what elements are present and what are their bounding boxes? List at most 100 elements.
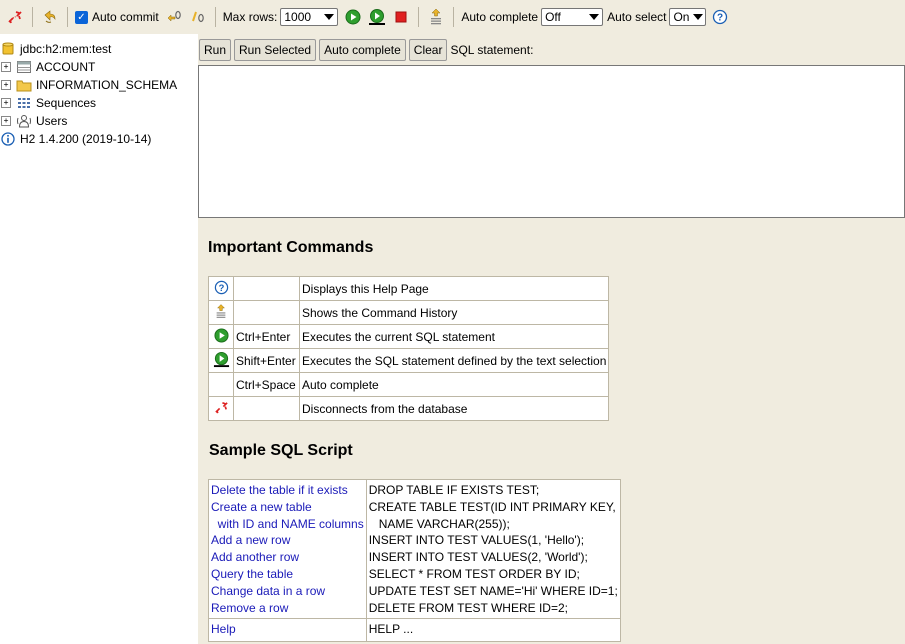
tree-item-label: INFORMATION_SCHEMA xyxy=(36,78,178,92)
shortcut-cell xyxy=(233,396,300,421)
max-rows-select[interactable]: 1000 xyxy=(280,8,339,26)
commit-icon[interactable] xyxy=(164,7,184,27)
table-row: ? Displays this Help Page xyxy=(208,276,610,301)
toolbar: ✓ Auto commit Max rows: 1000 Auto comple… xyxy=(0,0,905,34)
description-cell: Shows the Command History xyxy=(298,300,610,325)
refresh-icon[interactable] xyxy=(40,7,60,27)
connection-url: jdbc:h2:mem:test xyxy=(20,42,112,56)
database-icon xyxy=(0,42,16,56)
sample-link[interactable]: Query the table xyxy=(211,566,364,583)
sql-line: INSERT INTO TEST VALUES(2, 'World'); xyxy=(368,550,588,565)
sql-line: UPDATE TEST SET NAME='Hi' WHERE ID=1; xyxy=(368,583,618,598)
tree-item-users[interactable]: + Users xyxy=(0,112,196,130)
auto-complete-button[interactable]: Auto complete xyxy=(319,38,406,61)
sample-link[interactable]: Delete the table if it exists xyxy=(211,482,364,499)
tree-version: H2 1.4.200 (2019-10-14) xyxy=(0,130,196,148)
table-row: Disconnects from the database xyxy=(208,396,610,421)
chevron-down-icon xyxy=(324,14,335,20)
svg-text:?: ? xyxy=(218,282,224,292)
tree-item-label: Sequences xyxy=(36,96,97,110)
tree-item-sequences[interactable]: + Sequences xyxy=(0,94,196,112)
help-link[interactable]: Help xyxy=(211,621,364,638)
auto-complete-select[interactable]: Off xyxy=(541,8,604,26)
rollback-icon[interactable] xyxy=(188,7,208,27)
sql-line: SELECT * FROM TEST ORDER BY ID; xyxy=(368,566,580,581)
shortcut-cell xyxy=(233,300,300,325)
toolbar-separator xyxy=(67,7,68,27)
help-icon: ? xyxy=(208,276,234,301)
sample-script-table: Delete the table if it exists Create a n… xyxy=(208,478,621,643)
sql-line: INSERT INTO TEST VALUES(1, 'Hello'); xyxy=(368,533,585,548)
sql-statement-label: SQL statement: xyxy=(450,42,534,57)
description-cell: Auto complete xyxy=(298,372,610,397)
sample-link[interactable]: Add another row xyxy=(211,549,364,566)
auto-complete-value: Off xyxy=(545,10,561,24)
table-icon xyxy=(16,60,32,74)
auto-select-label: Auto select xyxy=(607,10,667,24)
run-selected-button[interactable]: Run Selected xyxy=(234,38,317,61)
history-icon[interactable] xyxy=(426,7,446,27)
table-row: Ctrl+Space Auto complete xyxy=(208,372,610,397)
chevron-down-icon xyxy=(589,14,600,20)
run-icon[interactable] xyxy=(343,7,363,27)
sample-descriptions: Delete the table if it exists Create a n… xyxy=(208,478,367,620)
disconnect-icon[interactable] xyxy=(5,7,25,27)
sample-link[interactable]: with ID and NAME columns xyxy=(211,516,364,533)
tree-item-information-schema[interactable]: + INFORMATION_SCHEMA xyxy=(0,76,196,94)
sql-line: DELETE FROM TEST WHERE ID=2; xyxy=(368,600,568,615)
auto-commit-label: Auto commit xyxy=(92,10,159,24)
description-cell: Displays this Help Page xyxy=(298,276,610,301)
run-selected-icon[interactable] xyxy=(367,7,387,27)
folder-icon xyxy=(16,78,32,92)
expand-icon[interactable]: + xyxy=(1,98,11,108)
sample-help-statement: HELP ... xyxy=(365,618,621,643)
toolbar-separator xyxy=(32,7,33,27)
expand-icon[interactable]: + xyxy=(1,62,11,72)
sample-link[interactable]: Change data in a row xyxy=(211,583,364,600)
sequences-icon xyxy=(16,96,32,110)
description-cell: Executes the current SQL statement xyxy=(298,324,610,349)
max-rows-label: Max rows: xyxy=(222,10,278,24)
expand-icon[interactable]: + xyxy=(1,80,11,90)
auto-commit-checkbox[interactable]: ✓ xyxy=(75,10,88,24)
version-label: H2 1.4.200 (2019-10-14) xyxy=(20,132,152,146)
commands-table: ? Displays this Help Page Shows the Comm… xyxy=(208,276,610,421)
sql-line: NAME VARCHAR(255)); xyxy=(368,516,510,531)
query-pane: Run Run Selected Auto complete Clear SQL… xyxy=(198,34,905,644)
sample-link[interactable]: Add a new row xyxy=(211,532,364,549)
users-icon xyxy=(16,114,32,128)
tree-connection[interactable]: jdbc:h2:mem:test xyxy=(0,40,196,58)
run-button[interactable]: Run xyxy=(199,38,232,61)
sql-toolbar: Run Run Selected Auto complete Clear SQL… xyxy=(198,34,905,65)
sample-link[interactable]: Remove a row xyxy=(211,600,364,617)
toolbar-separator xyxy=(453,7,455,27)
sql-line: DROP TABLE IF EXISTS TEST; xyxy=(368,483,540,497)
auto-complete-label: Auto complete xyxy=(461,10,539,24)
description-cell: Disconnects from the database xyxy=(298,396,610,421)
sample-help-cell: Help xyxy=(208,618,367,643)
sample-script-heading: Sample SQL Script xyxy=(209,442,353,459)
tree-item-account[interactable]: + ACCOUNT xyxy=(0,58,196,76)
table-row: Shows the Command History xyxy=(208,300,610,325)
auto-select-select[interactable]: On xyxy=(669,8,707,26)
table-row: Shift+Enter Executes the SQL statement d… xyxy=(208,348,610,373)
help-icon[interactable]: ? xyxy=(710,7,730,27)
clear-button[interactable]: Clear xyxy=(408,38,448,61)
info-icon xyxy=(0,132,16,146)
table-row: Help HELP ... xyxy=(208,618,621,643)
sample-link[interactable]: Create a new table xyxy=(211,499,364,516)
stop-icon[interactable] xyxy=(391,7,411,27)
table-row: Ctrl+Enter Executes the current SQL stat… xyxy=(208,324,610,349)
run-icon xyxy=(208,324,234,349)
sql-editor[interactable] xyxy=(198,65,905,218)
shortcut-cell: Shift+Enter xyxy=(233,348,300,373)
run-selected-icon xyxy=(208,348,234,373)
max-rows-value: 1000 xyxy=(284,10,312,24)
description-cell: Executes the SQL statement defined by th… xyxy=(298,348,610,373)
chevron-down-icon xyxy=(693,14,704,20)
sample-statements: DROP TABLE IF EXISTS TEST; CREATE TABLE … xyxy=(365,478,621,620)
shortcut-cell: Ctrl+Space xyxy=(233,372,300,397)
expand-icon[interactable]: + xyxy=(1,116,11,126)
important-commands-heading: Important Commands xyxy=(208,239,374,256)
sql-line: HELP ... xyxy=(368,622,414,637)
